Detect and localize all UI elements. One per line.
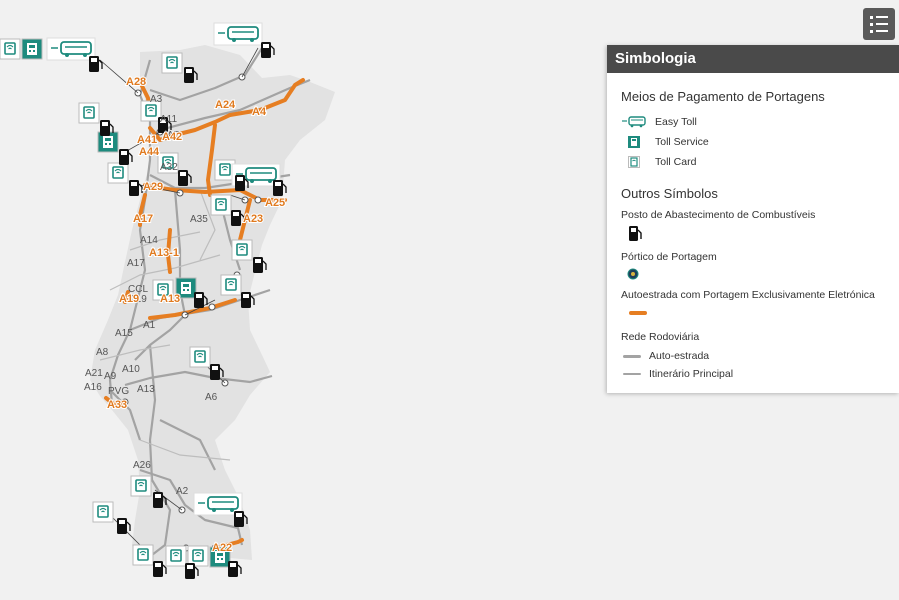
electronic-road-label: A28 bbox=[126, 76, 146, 88]
legend-item-motorway: Auto-estrada bbox=[621, 347, 885, 365]
road-label: A1 bbox=[143, 320, 156, 331]
road-label: A2 bbox=[176, 486, 189, 497]
road-label: A3 bbox=[150, 94, 163, 105]
road-label: A32 bbox=[160, 162, 178, 173]
electronic-road-label: A41 bbox=[137, 134, 157, 146]
easy-toll-bus-icon bbox=[621, 116, 647, 128]
electronic-road-label: A29 bbox=[143, 181, 163, 193]
other-section-title: Outros Símbolos bbox=[621, 186, 718, 201]
electronic-road-label: A42 bbox=[162, 131, 182, 143]
road-label: A21 bbox=[85, 368, 103, 379]
electronic-road-label: A23 bbox=[243, 213, 263, 225]
legend-panel[interactable]: Simbologia Meios de Pagamento de Portage… bbox=[607, 45, 899, 393]
network-section-title: Rede Rodoviária bbox=[621, 331, 700, 343]
gantry-icon bbox=[621, 267, 885, 283]
road-label: A10 bbox=[122, 364, 140, 375]
road-label: A13 bbox=[137, 384, 155, 395]
legend-item-toll-service: Toll Service bbox=[621, 132, 885, 152]
road-label: A14 bbox=[140, 235, 158, 246]
electronic-toll-line-sample bbox=[621, 305, 885, 321]
road-label: A9 bbox=[104, 371, 117, 382]
legend-item-label: Toll Service bbox=[655, 136, 709, 148]
road-label: A6 bbox=[205, 392, 218, 403]
payment-section-title: Meios de Pagamento de Portagens bbox=[621, 89, 825, 104]
electronic-road-label: A13 bbox=[160, 293, 180, 305]
electronic-road-label: A44 bbox=[139, 146, 160, 158]
place-label: PVG bbox=[108, 386, 129, 397]
road-map[interactable]: A3 A11 A7 A32 A19 A17 A14 A15 A1 A8 A21 … bbox=[0, 0, 600, 600]
electronic-road-label: A17 bbox=[133, 213, 153, 225]
fuel-label: Posto de Abastecimento de Combustíveis bbox=[621, 209, 816, 221]
road-label: A17 bbox=[127, 258, 145, 269]
road-label: A16 bbox=[84, 382, 102, 393]
road-label: A35 bbox=[190, 214, 208, 225]
fuel-pump-icon bbox=[621, 225, 885, 245]
electronic-road-label: A25 bbox=[265, 197, 285, 209]
layers-icon bbox=[870, 15, 888, 19]
road-label: A26 bbox=[133, 460, 151, 471]
electronic-road-label: A24 bbox=[215, 99, 236, 111]
legend-item-main-route: Itinerário Principal bbox=[621, 365, 885, 383]
electronic-toll-label: Autoestrada com Portagem Exclusivamente … bbox=[621, 289, 875, 301]
legend-item-label: Itinerário Principal bbox=[649, 368, 734, 380]
place-label: CCL bbox=[128, 284, 148, 295]
legend-item-easy-toll: Easy Toll bbox=[621, 112, 885, 132]
legend-title: Simbologia bbox=[607, 45, 899, 73]
legend-item-label: Easy Toll bbox=[655, 116, 697, 128]
road-label: A8 bbox=[96, 347, 109, 358]
legend-item-label: Toll Card bbox=[655, 156, 697, 168]
layers-list-button[interactable] bbox=[863, 8, 895, 40]
gantry-label: Pórtico de Portagem bbox=[621, 251, 717, 263]
electronic-road-label: A33 bbox=[107, 399, 127, 411]
road-label: A15 bbox=[115, 328, 133, 339]
legend-item-label: Auto-estrada bbox=[649, 350, 710, 362]
electronic-road-label: A22 bbox=[212, 542, 232, 554]
electronic-road-label: A4 bbox=[252, 106, 267, 118]
legend-item-toll-card: Toll Card bbox=[621, 152, 885, 172]
toll-card-icon bbox=[621, 156, 647, 168]
electronic-road-label: A13-1 bbox=[149, 247, 179, 259]
road-label: A11 bbox=[160, 114, 177, 125]
toll-service-icon bbox=[621, 136, 647, 148]
